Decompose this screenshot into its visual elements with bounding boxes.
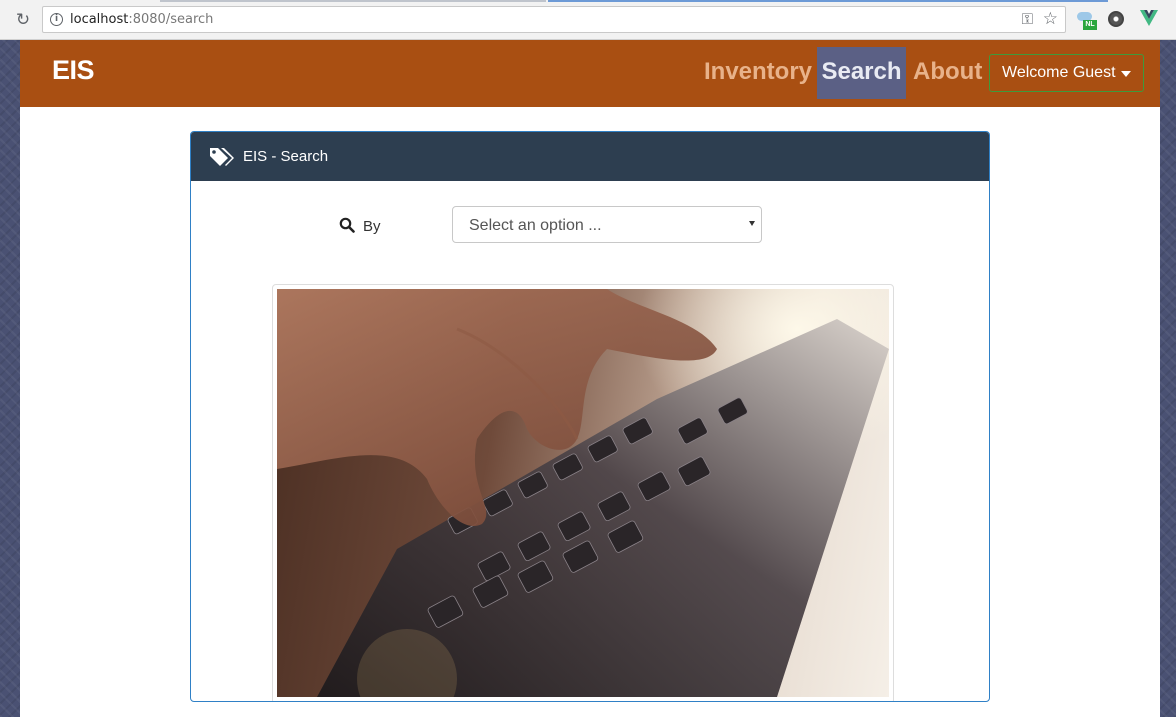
- chevron-down-icon: [1121, 71, 1131, 77]
- search-by-label: By: [363, 218, 381, 235]
- film-reel-icon: [1108, 11, 1124, 27]
- nav-inventory[interactable]: Inventory: [696, 47, 820, 99]
- select-placeholder: Select an option ...: [469, 217, 602, 234]
- chevron-down-icon: [749, 221, 755, 226]
- top-navbar: EIS Inventory Search About Welcome Guest: [20, 40, 1160, 107]
- url-path: :8080/search: [128, 12, 214, 27]
- address-bar[interactable]: i localhost:8080/search ⚿ ☆: [42, 6, 1066, 33]
- brand-logo[interactable]: EIS: [52, 55, 95, 86]
- vue-logo-icon: [1140, 10, 1158, 26]
- extension-cloud-nl-icon[interactable]: NL: [1077, 10, 1097, 30]
- browser-toolbar: ↻ i localhost:8080/search ⚿ ☆ NL: [0, 0, 1176, 40]
- card-title: EIS - Search: [243, 148, 329, 165]
- url-host: localhost: [70, 12, 129, 27]
- tab-strip-edge-active: [548, 0, 1108, 2]
- reload-icon[interactable]: ↻: [12, 9, 34, 31]
- user-menu-label: Welcome Guest: [1002, 64, 1116, 81]
- hero-image-frame: [272, 284, 894, 701]
- key-icon[interactable]: ⚿: [1022, 10, 1033, 28]
- keyboard-typing-photo: [277, 289, 889, 697]
- app-page: EIS Inventory Search About Welcome Guest…: [20, 40, 1160, 717]
- search-icon: [339, 217, 355, 238]
- extension-vue-icon[interactable]: [1140, 10, 1160, 30]
- star-icon[interactable]: ☆: [1043, 9, 1058, 29]
- tab-strip-edge: [160, 0, 546, 2]
- nl-badge: NL: [1083, 20, 1097, 30]
- nav-search[interactable]: Search: [817, 47, 906, 99]
- info-icon[interactable]: i: [50, 13, 63, 26]
- card-header: EIS - Search: [191, 132, 989, 181]
- search-card: EIS - Search By Select an option ...: [190, 131, 990, 702]
- tags-icon: [209, 146, 235, 171]
- search-by-select[interactable]: Select an option ...: [452, 206, 762, 243]
- extension-film-reel-icon[interactable]: [1107, 10, 1127, 30]
- url-text[interactable]: localhost:8080/search: [70, 12, 213, 27]
- user-menu-dropdown[interactable]: Welcome Guest: [989, 54, 1144, 92]
- nav-about[interactable]: About: [905, 47, 990, 99]
